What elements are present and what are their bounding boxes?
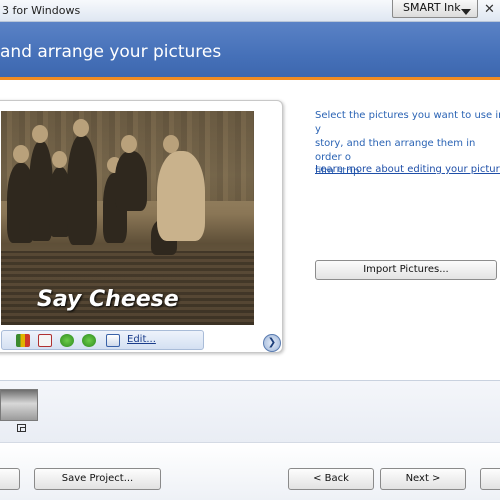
save-project-button[interactable]: Save Project...	[34, 468, 161, 490]
title-bar: 3 for Windows SMART Ink ✕	[0, 0, 500, 22]
edit-icon[interactable]	[106, 334, 120, 347]
smart-ink-label: SMART Ink	[403, 1, 461, 14]
next-arrow-icon[interactable]: ❯	[263, 334, 281, 352]
photo-person-head	[13, 145, 29, 163]
photo-person	[67, 135, 97, 245]
dropdown-caret-icon	[461, 9, 471, 15]
photo-person-head	[121, 135, 137, 153]
edit-link[interactable]: Edit...	[127, 334, 156, 345]
photo-toolbar: Edit...	[1, 330, 204, 350]
bottom-bar: Save Project... < Back Next >	[0, 442, 500, 500]
back-button[interactable]: < Back	[288, 468, 374, 490]
partial-button-right[interactable]	[480, 468, 500, 490]
window-title: 3 for Windows	[2, 4, 81, 17]
rotate-right-icon[interactable]	[82, 334, 96, 347]
photo-preview[interactable]: Say Cheese	[1, 111, 254, 325]
rotate-left-icon[interactable]	[60, 334, 74, 347]
photo-person-head	[32, 125, 48, 143]
learn-more-link[interactable]: Learn more about editing your pictures	[315, 164, 500, 175]
duplicate-icon[interactable]	[17, 424, 26, 432]
close-icon[interactable]: ✕	[484, 2, 500, 18]
import-pictures-button[interactable]: Import Pictures...	[315, 260, 497, 280]
photo-caption: Say Cheese	[37, 287, 179, 312]
photo-person	[115, 151, 147, 211]
film-strip-thumbnail[interactable]	[0, 389, 38, 421]
page-title: and arrange your pictures	[0, 42, 222, 62]
photo-preview-card: Say Cheese Edit... ❯	[0, 100, 283, 353]
partial-button-left[interactable]	[0, 468, 20, 490]
wizard-header: and arrange your pictures	[0, 22, 500, 80]
main-panel: Say Cheese Edit... ❯ Select the pictures…	[0, 80, 500, 380]
photo-person-head	[73, 119, 89, 137]
smart-ink-dropdown[interactable]: SMART Ink	[392, 0, 478, 18]
photo-person-head	[52, 151, 67, 168]
levels-icon[interactable]	[16, 334, 30, 347]
red-eye-icon[interactable]	[38, 334, 52, 347]
photo-person-head	[163, 135, 179, 153]
photo-person	[157, 151, 205, 241]
next-button[interactable]: Next >	[380, 468, 466, 490]
film-strip	[0, 380, 500, 442]
